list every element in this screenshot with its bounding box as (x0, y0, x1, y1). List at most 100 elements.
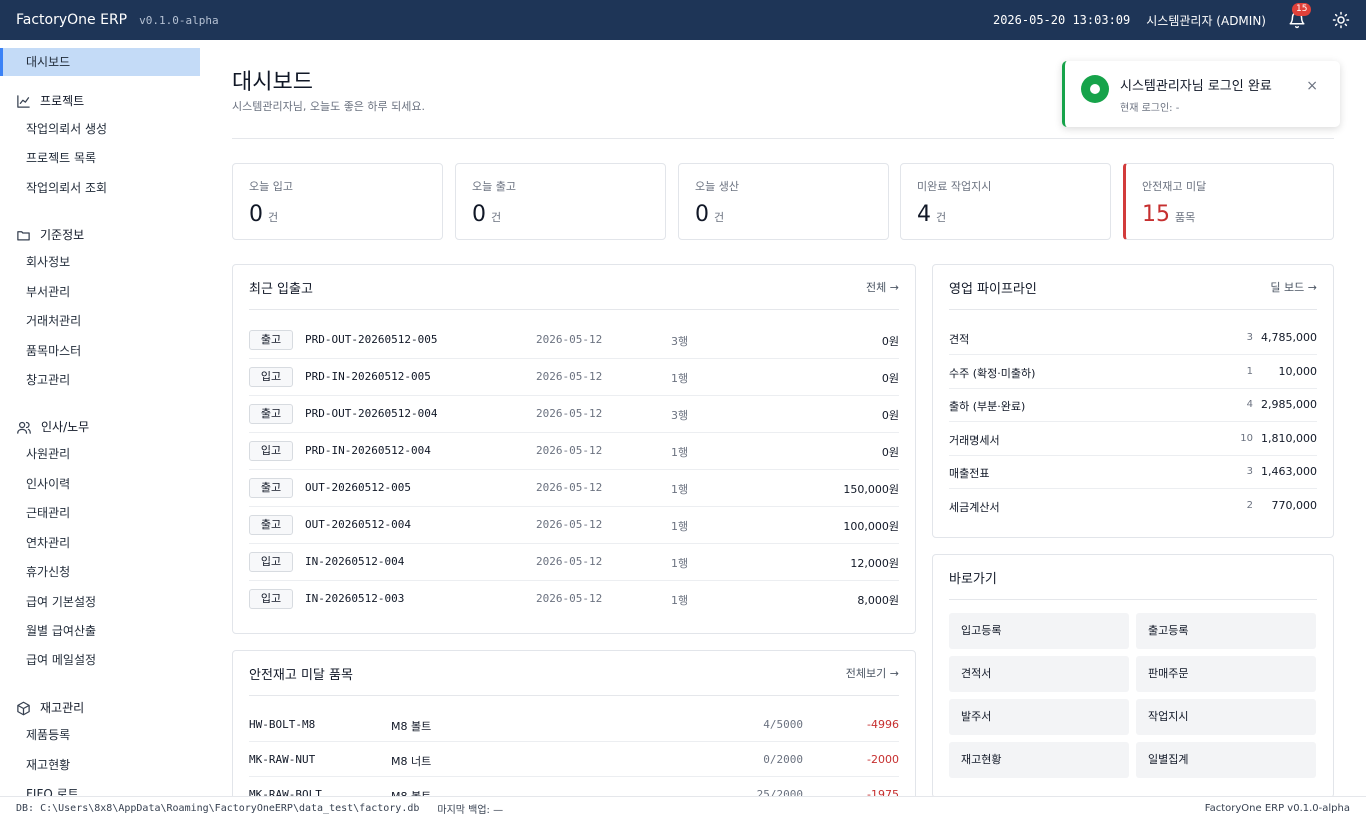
sidebar-item-hr-history[interactable]: 인사이력 (26, 475, 70, 493)
card-title: 최근 입출고 (249, 281, 313, 297)
io-type-tag: 입고 (249, 552, 293, 572)
deal-board-link[interactable]: 딜 보드 → (1270, 279, 1317, 295)
shortcut-button[interactable]: 발주서 (949, 699, 1129, 735)
io-date: 2026-05-12 (536, 444, 603, 457)
sidebar-item-monthly-payroll[interactable]: 월별 급여산출 (26, 622, 96, 640)
stat-label: 미완료 작업지시 (917, 180, 992, 193)
sun-icon (1332, 11, 1350, 29)
sidebar-section-label: 프로젝트 (40, 94, 85, 108)
pipeline-stage: 수주 (확정·미출하) (949, 366, 1036, 380)
item-qty: 4/5000 (763, 718, 803, 731)
table-row[interactable]: 입고 IN-20260512-003 2026-05-12 1행 8,000원 (249, 581, 899, 618)
io-row-count: 1행 (671, 483, 689, 496)
stat-card-open-workorders[interactable]: 미완료 작업지시 4건 (900, 163, 1111, 240)
pipeline-count: 2 (1246, 499, 1253, 511)
shortcut-button[interactable]: 입고등록 (949, 613, 1129, 649)
table-row[interactable]: 출고 OUT-20260512-004 2026-05-12 1행 100,000원 (249, 507, 899, 544)
pipeline-row[interactable]: 견적 3 4,785,000 (949, 322, 1317, 355)
io-row-count: 1행 (671, 372, 689, 385)
shortcut-button[interactable]: 판매주문 (1136, 656, 1316, 692)
sidebar-item-stock-status[interactable]: 재고현황 (26, 756, 70, 774)
sidebar-item-item-master[interactable]: 품목마스터 (26, 342, 81, 360)
sidebar-item-project-list[interactable]: 프로젝트 목록 (26, 149, 96, 167)
last-backup: 마지막 백업: — (437, 805, 504, 816)
sidebar-section-project[interactable]: 프로젝트 (16, 92, 84, 110)
table-row[interactable]: 출고 PRD-OUT-20260512-005 2026-05-12 3행 0원 (249, 322, 899, 359)
notification-button[interactable]: 15 (1288, 3, 1312, 29)
table-row[interactable]: 입고 PRD-IN-20260512-004 2026-05-12 1행 0원 (249, 433, 899, 470)
pipeline-row[interactable]: 수주 (확정·미출하) 1 10,000 (949, 356, 1317, 389)
sidebar-item-attendance[interactable]: 근태관리 (26, 504, 70, 522)
sidebar-item-fifo-lot[interactable]: FIFO 로트 (26, 785, 79, 796)
io-doc-number: OUT-20260512-005 (305, 481, 411, 494)
header-clock: 2026-05-20 13:03:09 (992, 13, 1131, 27)
io-date: 2026-05-12 (536, 370, 603, 383)
sidebar-item-department[interactable]: 부서관리 (26, 283, 70, 301)
table-row[interactable]: MK-RAW-BOLT M8 볼트 25/2000 -1975 (249, 778, 899, 796)
shortcut-button[interactable]: 일별집계 (1136, 742, 1316, 778)
io-row-count: 1행 (671, 594, 689, 607)
current-user[interactable]: 시스템관리자 (ADMIN) (1146, 12, 1266, 29)
sidebar-item-dashboard[interactable]: 대시보드 (26, 53, 70, 71)
item-shortage: -1975 (867, 788, 899, 796)
table-row[interactable]: 출고 PRD-OUT-20260512-004 2026-05-12 3행 0원 (249, 396, 899, 433)
shortcut-button[interactable]: 출고등록 (1136, 613, 1316, 649)
stat-unit: 건 (714, 211, 725, 224)
shortcut-button[interactable]: 견적서 (949, 656, 1129, 692)
stat-card-today-outbound[interactable]: 오늘 출고 0건 (455, 163, 666, 240)
stat-card-today-production[interactable]: 오늘 생산 0건 (678, 163, 889, 240)
pipeline-count: 4 (1246, 399, 1253, 410)
app-version: v0.1.0-alpha (139, 13, 219, 27)
sidebar-section-inventory[interactable]: 재고관리 (16, 699, 84, 717)
stat-card-below-safety-stock[interactable]: 안전재고 미달 15 품목 (1123, 163, 1334, 240)
sidebar-section-label: 기준정보 (40, 228, 85, 242)
header-right: 2026-05-20 13:03:09 시스템관리자 (ADMIN) 15 (992, 3, 1350, 29)
pipeline-stage: 세금계산서 (949, 500, 1000, 514)
stat-value: 0 (472, 202, 486, 227)
sidebar-item-workorder-view[interactable]: 작업의뢰서 조회 (26, 179, 107, 197)
sidebar-item-annual-leave[interactable]: 연차관리 (26, 534, 70, 552)
stat-label: 안전재고 미달 (1142, 180, 1207, 193)
sidebar-item-partner[interactable]: 거래처관리 (26, 312, 81, 330)
pipeline-row[interactable]: 매출전표 3 1,463,000 (949, 456, 1317, 489)
pipeline-amount: 770,000 (1271, 498, 1318, 512)
low-stock-view-all-link[interactable]: 전체보기 → (846, 665, 899, 681)
table-row[interactable]: MK-RAW-NUT M8 너트 0/2000 -2000 (249, 743, 899, 777)
pipeline-row[interactable]: 세금계산서 2 770,000 (949, 490, 1317, 523)
low-stock-card: 안전재고 미달 품목 전체보기 → HW-BOLT-M8 M8 볼트 4/5000 -… (232, 650, 916, 796)
shortcut-button[interactable]: 작업지시 (1136, 699, 1316, 735)
sidebar-item-warehouse[interactable]: 창고관리 (26, 371, 70, 389)
sidebar-item-leave-request[interactable]: 휴가신청 (26, 563, 70, 581)
io-type-tag: 입고 (249, 367, 293, 387)
stat-value: 15 (1142, 202, 1170, 227)
io-doc-number: PRD-OUT-20260512-004 (305, 407, 438, 420)
table-row[interactable]: HW-BOLT-M8 M8 볼트 4/5000 -4996 (249, 708, 899, 742)
sidebar-item-employee[interactable]: 사원관리 (26, 445, 70, 463)
sidebar-section-master[interactable]: 기준정보 (16, 226, 84, 244)
io-date: 2026-05-12 (536, 407, 603, 420)
sidebar: 대시보드 프로젝트 작업의뢰서 생성 프로젝트 목록 작업의뢰서 조회 기준정보… (0, 40, 200, 796)
recent-io-view-all-link[interactable]: 전체 → (866, 279, 899, 295)
io-amount: 0원 (881, 409, 899, 422)
io-date: 2026-05-12 (536, 555, 603, 568)
table-row[interactable]: 입고 IN-20260512-004 2026-05-12 1행 12,000원 (249, 544, 899, 581)
table-row[interactable]: 출고 OUT-20260512-005 2026-05-12 1행 150,000원 (249, 470, 899, 507)
theme-toggle-button[interactable] (1332, 11, 1350, 29)
pipeline-amount: 1,463,000 (1261, 465, 1317, 478)
sidebar-item-product-register[interactable]: 제품등록 (26, 726, 70, 744)
sidebar-item-company[interactable]: 회사정보 (26, 253, 70, 271)
sidebar-section-hr[interactable]: 인사/노무 (16, 418, 89, 436)
stat-card-today-inbound[interactable]: 오늘 입고 0건 (232, 163, 443, 240)
sidebar-item-payroll-settings[interactable]: 급여 기본설정 (26, 593, 96, 611)
table-row[interactable]: 입고 PRD-IN-20260512-005 2026-05-12 1행 0원 (249, 359, 899, 396)
pipeline-row[interactable]: 출하 (부분·완료) 4 2,985,000 (949, 389, 1317, 422)
pipeline-stage: 출하 (부분·완료) (949, 400, 1026, 413)
sidebar-item-payroll-mail[interactable]: 급여 메일설정 (26, 651, 96, 669)
shortcut-button[interactable]: 재고현황 (949, 742, 1129, 778)
login-toast: 시스템관리자님 로그인 완료 현재 로그인: - × (1062, 61, 1340, 127)
pipeline-count: 10 (1240, 432, 1253, 444)
pipeline-row[interactable]: 거래명세서 10 1,810,000 (949, 423, 1317, 456)
sidebar-item-workorder-create[interactable]: 작업의뢰서 생성 (26, 120, 107, 138)
toast-close-button[interactable]: × (1306, 79, 1318, 93)
stat-unit: 건 (491, 211, 502, 224)
